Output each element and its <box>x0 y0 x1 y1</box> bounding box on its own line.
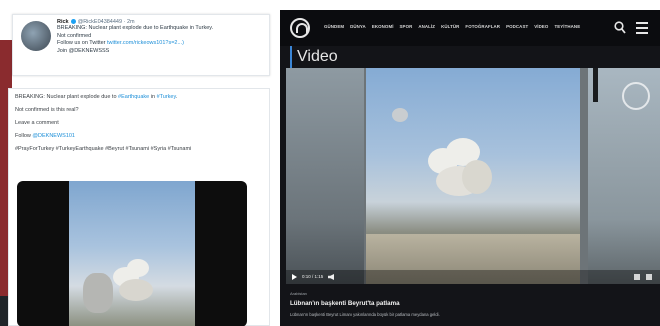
lamp-pole <box>593 68 598 102</box>
hamburger-menu-icon[interactable] <box>636 22 648 34</box>
nav-item[interactable]: VİDEO <box>534 24 548 29</box>
smoke-cloud <box>119 279 153 301</box>
tweet-text-line: BREAKING: Nuclear plant explode due to E… <box>57 25 214 31</box>
embedded-video[interactable] <box>17 181 247 326</box>
nav-item[interactable]: SPOR <box>400 24 413 29</box>
nav-item[interactable]: ANALİZ <box>418 24 435 29</box>
hashtag-earthquake-link[interactable]: #Earthquake <box>118 94 149 100</box>
top-navigation: GÜNDEM DÜNYA EKONOMİ SPOR ANALİZ KÜLTÜR … <box>280 10 660 46</box>
player-time: 0:10 / 1:15 <box>302 274 324 279</box>
post-line-question: Not confirmed is this real? <box>15 107 79 113</box>
settings-icon[interactable] <box>634 274 640 280</box>
section-heading: Video <box>290 46 338 68</box>
nav-item[interactable]: KÜLTÜR <box>441 24 459 29</box>
nav-menu-items: GÜNDEM DÜNYA EKONOMİ SPOR ANALİZ KÜLTÜR … <box>324 24 580 29</box>
smoke-cloud <box>392 108 408 122</box>
post-hashtags[interactable]: #PrayForTurkey #TurkeyEarthquake #Beyrut… <box>15 146 263 153</box>
post-line-breaking: BREAKING: Nuclear plant explode due to #… <box>15 94 263 101</box>
post-card: BREAKING: Nuclear plant explode due to #… <box>8 88 270 326</box>
video-blur-left <box>286 68 364 284</box>
video-title[interactable]: Lübnan'ın başkenti Beyrut'ta patlama <box>290 300 400 307</box>
nav-item[interactable]: PODCAST <box>506 24 528 29</box>
aa-logo-icon[interactable] <box>290 18 310 38</box>
avatar[interactable] <box>21 21 51 51</box>
post-line1-mid: in <box>149 94 157 100</box>
aa-watermark-icon <box>622 82 650 110</box>
tweet-join-line: Join @DEKNEWSSS <box>57 47 110 54</box>
caption-category: Arabistan <box>290 291 307 296</box>
verified-icon <box>70 19 76 25</box>
smoke-cloud <box>127 259 149 277</box>
volume-icon[interactable] <box>328 274 334 280</box>
post-line-follow: Follow @DEKNEWS101 <box>15 133 263 140</box>
nav-item[interactable]: TEYİTHANE <box>554 24 580 29</box>
video-player[interactable]: 0:10 / 1:15 <box>286 68 660 284</box>
nav-item[interactable]: DÜNYA <box>350 24 366 29</box>
post-line1-suffix: . <box>175 94 178 100</box>
tweet-follow-link[interactable]: twitter.com/rickeows101?s=2...) <box>107 40 184 46</box>
player-right-controls <box>634 274 652 280</box>
tweet-card[interactable]: Rick @RickE04384449 · 2m BREAKING: Nuclea… <box>12 14 270 76</box>
play-icon[interactable] <box>292 274 297 280</box>
post-follow-link[interactable]: @DEKNEWS101 <box>32 133 75 139</box>
tweet-text-line: Not confirmed <box>57 32 92 39</box>
nav-item[interactable]: FOTOĞRAFLAR <box>465 24 500 29</box>
nav-item[interactable]: GÜNDEM <box>324 24 344 29</box>
tweet-follow-prefix: Follow us on Twitter <box>57 40 108 47</box>
video-thumbnail <box>69 181 195 326</box>
fullscreen-icon[interactable] <box>646 274 652 280</box>
post-line1-prefix: BREAKING: Nuclear plant explode due to <box>15 94 119 100</box>
haze <box>83 273 113 313</box>
search-icon[interactable] <box>614 21 626 35</box>
tweet-follow-line: Follow us on Twitter twitter.com/rickeow… <box>57 40 263 48</box>
nav-item[interactable]: EKONOMİ <box>372 24 394 29</box>
news-site-screenshot: GÜNDEM DÜNYA EKONOMİ SPOR ANALİZ KÜLTÜR … <box>280 10 660 326</box>
smoke-cloud <box>462 160 492 194</box>
video-description: Lübnan'ın başkenti Beyrut Limanı yakınla… <box>290 312 440 317</box>
post-follow-prefix: Follow <box>15 133 33 139</box>
video-frame <box>366 68 580 284</box>
hashtag-turkey-link[interactable]: #Turkey <box>157 94 176 100</box>
player-controls: 0:10 / 1:15 <box>286 270 660 284</box>
post-line-comment: Leave a comment <box>15 120 59 126</box>
